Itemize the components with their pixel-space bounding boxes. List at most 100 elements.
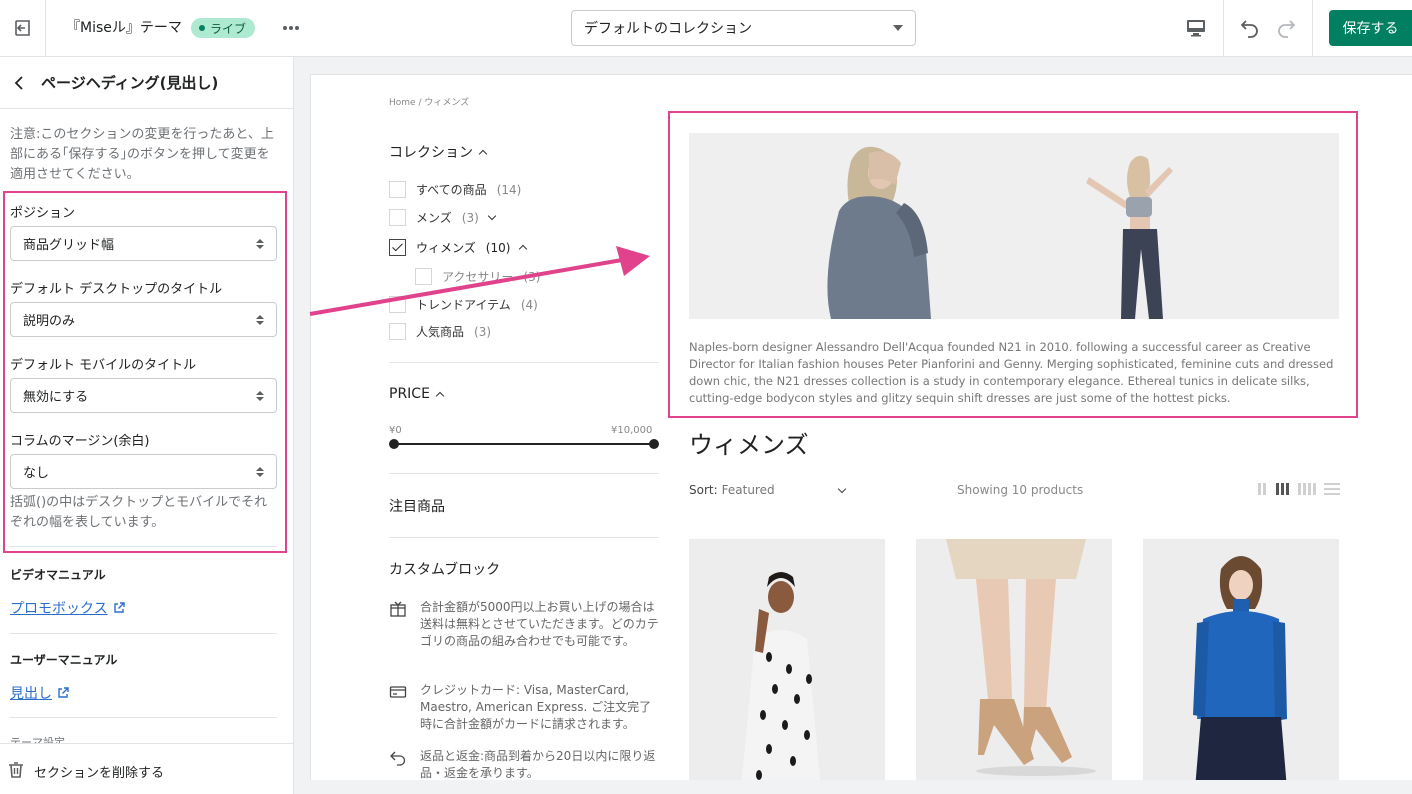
price-slider-min-handle[interactable]: [389, 439, 399, 449]
filter-item-count: (4): [520, 297, 538, 312]
desktop-icon: [1187, 20, 1205, 37]
product-card-image[interactable]: [689, 539, 885, 780]
filter-item-count: (10): [485, 240, 511, 255]
settings-sidebar: ページヘディング(見出し) 注意:このセクションの変更を行ったあと、上部にある｢…: [0, 57, 294, 794]
user-manual-link[interactable]: 見出し: [10, 683, 69, 703]
checkbox[interactable]: [389, 209, 406, 226]
featured-products-title[interactable]: 注目商品: [389, 496, 445, 516]
collection-filter-header[interactable]: コレクション: [389, 142, 488, 162]
live-badge-label: ライブ: [210, 21, 247, 36]
filter-item-popular[interactable]: 人気商品 (3): [389, 323, 491, 340]
select-arrows-icon: [256, 314, 264, 325]
position-label: ポジション: [10, 206, 76, 221]
price-slider-max-handle[interactable]: [649, 439, 659, 449]
redo-icon: [1278, 20, 1296, 38]
filter-divider: [389, 537, 659, 538]
video-manual-link-label: プロモボックス: [10, 601, 108, 617]
chevron-down-icon: [487, 211, 497, 221]
caret-down-icon: [893, 25, 903, 31]
checkbox-checked[interactable]: [389, 239, 406, 256]
save-note: 注意:このセクションの変更を行ったあと、上部にある｢保存する｣のボタンを押して変…: [10, 127, 274, 182]
chevron-left-icon: [14, 76, 23, 90]
custom-block-label: カスタムブロック: [389, 562, 501, 578]
mobile-title-select[interactable]: 無効にする: [10, 378, 277, 413]
live-status-badge: ライブ: [191, 18, 256, 38]
chevron-up-icon: [478, 149, 488, 158]
column-margin-label: コラムのマージン(余白): [10, 434, 150, 449]
featured-products-label: 注目商品: [389, 499, 445, 515]
price-max-label: ¥10,000: [611, 425, 653, 436]
product-card-image[interactable]: [1143, 539, 1339, 780]
custom-item-shipping: 合計金額が5000円以上お買い上げの場合は送料は無料とさせていただきます。どのカ…: [389, 599, 659, 650]
checkbox[interactable]: [389, 181, 406, 198]
mobile-title-label: デフォルト モバイルのタイトル: [10, 358, 197, 373]
filter-item-label: メンズ: [416, 211, 452, 225]
more-actions-button[interactable]: [280, 17, 302, 39]
product-photo-sweater: [1193, 556, 1287, 780]
filter-item-label: アクセサリー: [442, 270, 514, 284]
save-button[interactable]: 保存する: [1329, 10, 1412, 46]
video-manual-link[interactable]: プロモボックス: [10, 598, 125, 618]
filter-divider: [389, 473, 659, 474]
filter-item-all[interactable]: すべての商品 (14): [389, 181, 521, 198]
exit-button[interactable]: [0, 0, 46, 56]
grid-view-toggles: [1258, 483, 1340, 495]
grid-2-columns-icon[interactable]: [1258, 483, 1268, 495]
grid-3-columns-icon[interactable]: [1276, 483, 1290, 495]
custom-item-returns: 返品と返金:商品到着から20日以内に限り返品・返金を承ります。: [389, 748, 659, 780]
filter-item-trend[interactable]: トレンドアイテム (4): [389, 296, 538, 313]
mobile-title-select-value: 無効にする: [23, 390, 89, 405]
filter-item-womens[interactable]: ウィメンズ (10): [389, 239, 528, 256]
filter-item-accessories[interactable]: アクセサリー (3): [415, 268, 540, 285]
divider: [10, 717, 277, 718]
sort-select[interactable]: Sort: Featured: [689, 483, 846, 497]
product-card-image[interactable]: [916, 539, 1112, 780]
desktop-preview-button[interactable]: [1184, 16, 1208, 40]
grid-4-columns-icon[interactable]: [1298, 483, 1316, 495]
desktop-title-select[interactable]: 説明のみ: [10, 302, 277, 337]
filter-item-label: 人気商品: [416, 325, 465, 339]
checkbox[interactable]: [415, 268, 432, 285]
filter-item-count: (3): [523, 269, 541, 284]
price-slider-track[interactable]: [394, 443, 654, 445]
price-filter-header[interactable]: PRICE: [389, 386, 445, 402]
external-link-icon: [58, 687, 69, 698]
product-photo-heels: [946, 539, 1096, 776]
template-select-value: デフォルトのコレクション: [584, 21, 752, 37]
theme-name: 『Miseル』テーマ: [66, 20, 182, 36]
section-title: ページヘディング(見出し): [41, 74, 219, 92]
collection-filter-title: コレクション: [389, 145, 473, 161]
collection-title: ウィメンズ: [689, 431, 809, 459]
video-manual-title: ビデオマニュアル: [10, 568, 106, 582]
external-link-icon: [113, 602, 125, 613]
checkbox[interactable]: [389, 323, 406, 340]
storefront-preview: Home / ウィメンズ コレクション すべての商品 (14) メンズ (3) …: [310, 74, 1412, 780]
desktop-title-select-value: 説明のみ: [23, 314, 76, 329]
column-margin-select[interactable]: なし: [10, 454, 277, 489]
back-button[interactable]: [10, 72, 28, 94]
position-select-value: 商品グリッド幅: [23, 238, 115, 253]
chevron-up-icon: [519, 244, 528, 254]
redo-button[interactable]: [1274, 16, 1298, 40]
return-arrow-icon: [389, 748, 409, 780]
list-view-icon[interactable]: [1324, 483, 1340, 495]
product-photo-dress: [741, 572, 821, 780]
undo-button[interactable]: [1238, 16, 1262, 40]
chevron-up-icon: [435, 391, 445, 400]
sort-label: Sort:: [689, 483, 718, 497]
checkbox[interactable]: [389, 296, 406, 313]
highlight-box: [668, 111, 1358, 418]
position-select[interactable]: 商品グリッド幅: [10, 226, 277, 261]
filter-item-count: (3): [474, 324, 492, 339]
select-arrows-icon: [256, 466, 264, 477]
exit-icon: [14, 20, 31, 36]
breadcrumb[interactable]: Home / ウィメンズ: [389, 95, 469, 108]
divider: [10, 546, 277, 547]
filter-item-mens[interactable]: メンズ (3): [389, 209, 497, 226]
divider: [10, 633, 277, 634]
template-select[interactable]: デフォルトのコレクション: [571, 10, 916, 46]
filter-item-count: (3): [461, 210, 479, 225]
delete-section-button[interactable]: セクションを削除する: [34, 762, 164, 781]
custom-block-title: カスタムブロック: [389, 559, 500, 579]
desktop-title-label: デフォルト デスクトップのタイトル: [10, 282, 223, 297]
